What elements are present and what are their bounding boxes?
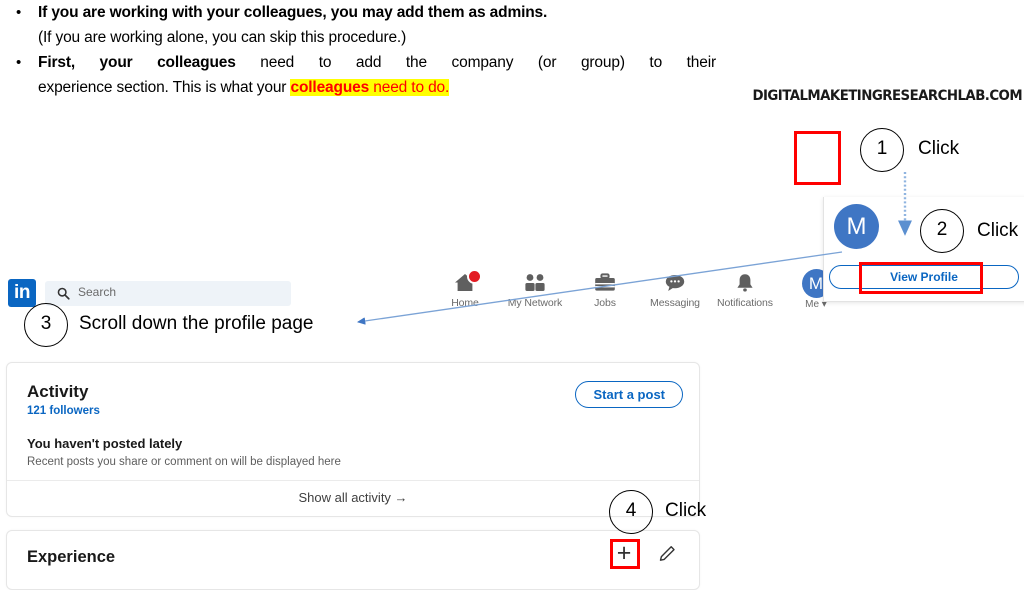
instruction-highlight: colleagues need to do. [290, 79, 449, 96]
instruction-line-4-pre: experience section. This is what your [38, 79, 291, 96]
show-all-activity-link[interactable]: Show all activity → [7, 490, 699, 505]
instruction-highlight-bold: colleagues [290, 79, 370, 96]
experience-card: Experience [6, 530, 700, 590]
pencil-icon[interactable] [656, 543, 678, 565]
home-icon [430, 269, 500, 296]
step-marker-4: 4 [609, 490, 653, 534]
instruction-line-3-rest: need to add the company (or group) to th… [235, 54, 716, 71]
activity-empty-subtext: Recent posts you share or comment on wil… [27, 456, 341, 468]
bullet-marker-icon: • [16, 4, 22, 21]
activity-title: Activity [27, 382, 89, 401]
activity-followers[interactable]: 121 followers [27, 405, 100, 417]
instruction-line-1: If you are working with your colleagues,… [38, 4, 548, 21]
nav-label-notifications: Notifications [717, 297, 773, 309]
linkedin-logo-icon[interactable]: in [8, 279, 36, 307]
watermark-text: DIGITALMAKETINGRESEARCHLAB.COM [752, 88, 1022, 104]
nav-item-home[interactable]: Home [430, 269, 500, 309]
start-a-post-button[interactable]: Start a post [575, 381, 683, 408]
home-badge-dot [467, 269, 482, 284]
instruction-line-3: First, your colleagues need to add the c… [38, 50, 716, 75]
step-marker-1: 1 [860, 128, 904, 172]
messaging-icon [640, 270, 710, 296]
step-label-4: Click [665, 500, 707, 521]
nav-label-messaging: Messaging [650, 297, 700, 309]
nav-item-messaging[interactable]: Messaging [640, 270, 710, 309]
nav-item-notifications[interactable]: Notifications [710, 270, 780, 309]
instruction-line-3-bold: First, your colleagues [38, 54, 236, 71]
instruction-bullet-2: • First, your colleagues need to add the… [6, 50, 736, 100]
instruction-line-2: (If you are working alone, you can skip … [38, 29, 407, 46]
nav-label-home: Home [451, 297, 479, 309]
view-profile-button[interactable]: View Profile [829, 265, 1019, 289]
jobs-icon [570, 270, 640, 296]
search-placeholder: Search [78, 285, 117, 299]
nav-label-jobs: Jobs [594, 297, 616, 309]
instruction-block: • If you are working with your colleague… [6, 0, 736, 100]
add-experience-button[interactable]: + [610, 540, 638, 568]
instruction-bullet-1: • If you are working with your colleague… [6, 0, 736, 50]
activity-empty-heading: You haven't posted lately [27, 436, 183, 451]
step-label-1: Click [918, 138, 960, 159]
network-icon [500, 270, 570, 296]
search-input[interactable]: Search [45, 281, 291, 306]
me-dropdown-panel: M View Profile [823, 197, 1024, 302]
dropdown-avatar: M [834, 204, 879, 249]
bullet-marker-icon: • [16, 54, 22, 71]
slide-canvas: • If you are working with your colleague… [0, 0, 1024, 590]
navbar-items: Home My Network Jobs Messaging Notificat… [430, 269, 780, 309]
activity-divider [7, 480, 699, 481]
nav-label-my-network: My Network [507, 297, 563, 309]
step-marker-2: 2 [920, 209, 964, 253]
experience-title: Experience [27, 548, 116, 566]
activity-card: Activity 121 followers Start a post You … [6, 362, 700, 517]
instruction-highlight-rest: need to do. [369, 79, 450, 96]
nav-item-jobs[interactable]: Jobs [570, 270, 640, 309]
instruction-line-4: experience section. This is what your co… [38, 75, 716, 100]
search-icon [57, 287, 70, 300]
step-label-3: Scroll down the profile page [79, 313, 314, 334]
step-label-2: Click [977, 220, 1019, 241]
bell-icon [710, 270, 780, 296]
step-marker-3: 3 [24, 303, 68, 347]
nav-item-my-network[interactable]: My Network [500, 270, 570, 309]
